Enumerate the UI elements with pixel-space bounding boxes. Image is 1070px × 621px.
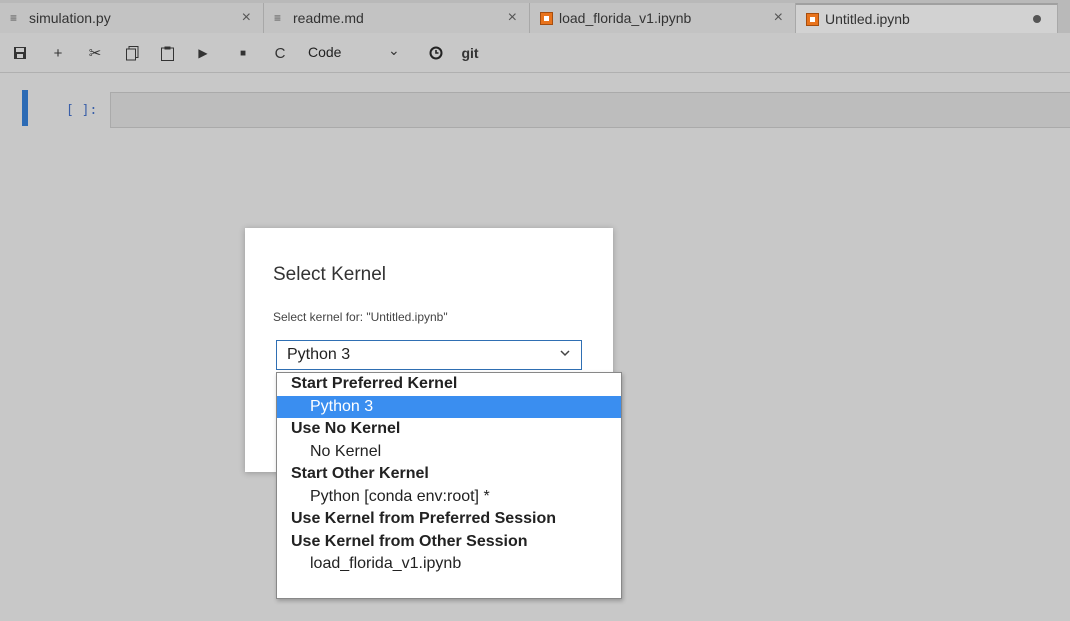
paste-icon[interactable] — [157, 42, 177, 64]
dropdown-group-header: Use No Kernel — [291, 420, 401, 437]
kernel-select[interactable]: Python 3 — [276, 340, 582, 370]
unsaved-dot-icon[interactable] — [1033, 15, 1041, 23]
cell-type-select[interactable]: Code — [308, 44, 341, 60]
stop-icon[interactable]: ■ — [233, 42, 253, 64]
tab-readme-md[interactable]: ≡ readme.md × — [264, 3, 530, 33]
copy-icon[interactable] — [122, 42, 142, 64]
tab-label: simulation.py — [29, 10, 111, 26]
notebook-toolbar: + ✂ ▶ ■ C Code ⌄ git — [0, 33, 1070, 73]
dropdown-group-header: Use Kernel from Other Session — [291, 532, 528, 550]
tab-bar: ≡ simulation.py × ≡ readme.md × load_flo… — [0, 0, 1070, 33]
git-button[interactable]: git — [455, 42, 485, 64]
cell-prompt: [ ]: — [66, 103, 98, 118]
run-icon[interactable]: ▶ — [193, 42, 213, 64]
dropdown-group-header: Use Kernel from Preferred Session — [291, 510, 556, 527]
dropdown-option[interactable]: load_florida_v1.ipynb — [277, 553, 621, 576]
add-cell-icon[interactable]: + — [48, 42, 68, 64]
active-cell-marker — [22, 90, 28, 126]
tab-simulation-py[interactable]: ≡ simulation.py × — [0, 3, 264, 33]
close-icon[interactable]: × — [774, 9, 783, 27]
tab-label: readme.md — [293, 10, 364, 26]
chevron-down-icon — [559, 347, 571, 362]
code-cell-input[interactable] — [110, 92, 1070, 128]
close-icon[interactable]: × — [508, 9, 517, 27]
tab-load-florida[interactable]: load_florida_v1.ipynb × — [530, 3, 796, 33]
text-file-icon: ≡ — [274, 10, 282, 25]
cut-icon[interactable]: ✂ — [84, 42, 106, 64]
dropdown-option[interactable]: Python [conda env:root] * — [277, 486, 621, 509]
dropdown-group-header: Start Other Kernel — [291, 465, 429, 482]
notebook-icon — [540, 11, 553, 25]
chevron-down-icon[interactable]: ⌄ — [388, 42, 400, 59]
dropdown-option[interactable]: No Kernel — [277, 441, 621, 464]
notebook-icon — [806, 12, 819, 26]
restart-icon[interactable]: C — [270, 42, 290, 64]
text-file-icon: ≡ — [10, 10, 18, 25]
dropdown-group-header: Start Preferred Kernel — [291, 375, 458, 392]
tab-label: load_florida_v1.ipynb — [559, 10, 692, 26]
kernel-dropdown-list: Start Preferred Kernel Python 3 Use No Ker… — [276, 372, 622, 599]
save-icon[interactable] — [10, 42, 30, 64]
close-icon[interactable]: × — [242, 9, 251, 27]
tab-label: Untitled.ipynb — [825, 11, 910, 27]
clock-icon[interactable] — [426, 42, 446, 64]
dialog-subtitle: Select kernel for: "Untitled.ipynb" — [273, 310, 448, 324]
kernel-select-value: Python 3 — [287, 346, 351, 363]
dialog-title: Select Kernel — [273, 264, 387, 285]
tab-untitled[interactable]: Untitled.ipynb — [796, 3, 1058, 33]
dropdown-option[interactable]: Python 3 — [277, 395, 621, 418]
